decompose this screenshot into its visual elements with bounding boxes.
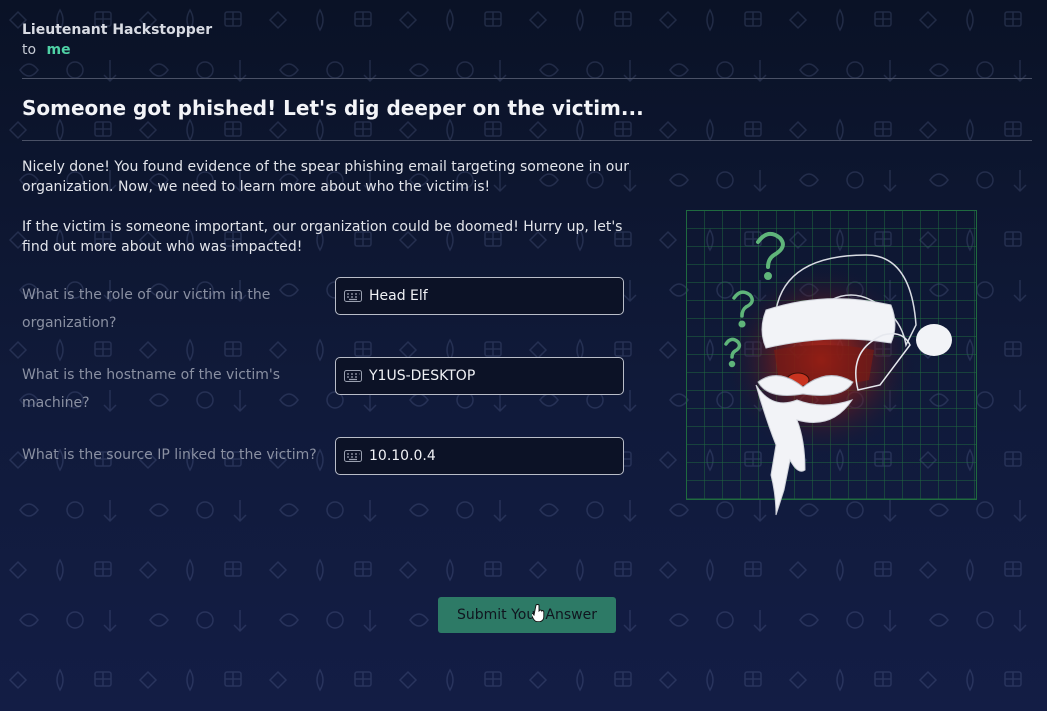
santa-illustration [686,210,977,516]
question-role-label: What is the role of our victim in the or… [22,287,271,331]
keyboard-icon [344,369,362,383]
sender-name: Lieutenant Hackstopper [22,22,213,38]
email-header: Lieutenant Hackstopper to me [22,22,212,58]
keyboard-icon [344,449,362,463]
answer-source-ip-input[interactable] [369,448,609,464]
answer-role-field[interactable] [335,277,624,315]
question-hostname-label: What is the hostname of the victim's mac… [22,367,281,411]
header-divider [22,78,1032,79]
body-paragraph-1: Nicely done! You found evidence of the s… [22,159,629,195]
answer-role-input[interactable] [369,288,609,304]
body-paragraph-2: If the victim is someone important, our … [22,219,623,255]
answer-hostname-input[interactable] [369,368,609,384]
recipient-name: me [46,42,71,58]
recipient-line: to me [22,42,212,58]
email-title: Someone got phished! Let's dig deeper on… [22,96,644,120]
submit-answer-button[interactable]: Submit Your Answer [438,597,616,633]
to-label: to [22,42,37,58]
question-source-ip-label: What is the source IP linked to the vict… [22,447,317,463]
title-divider [22,140,1032,141]
answer-hostname-field[interactable] [335,357,624,395]
keyboard-icon [344,289,362,303]
hand-pointer-cursor [532,604,545,622]
answer-source-ip-field[interactable] [335,437,624,475]
